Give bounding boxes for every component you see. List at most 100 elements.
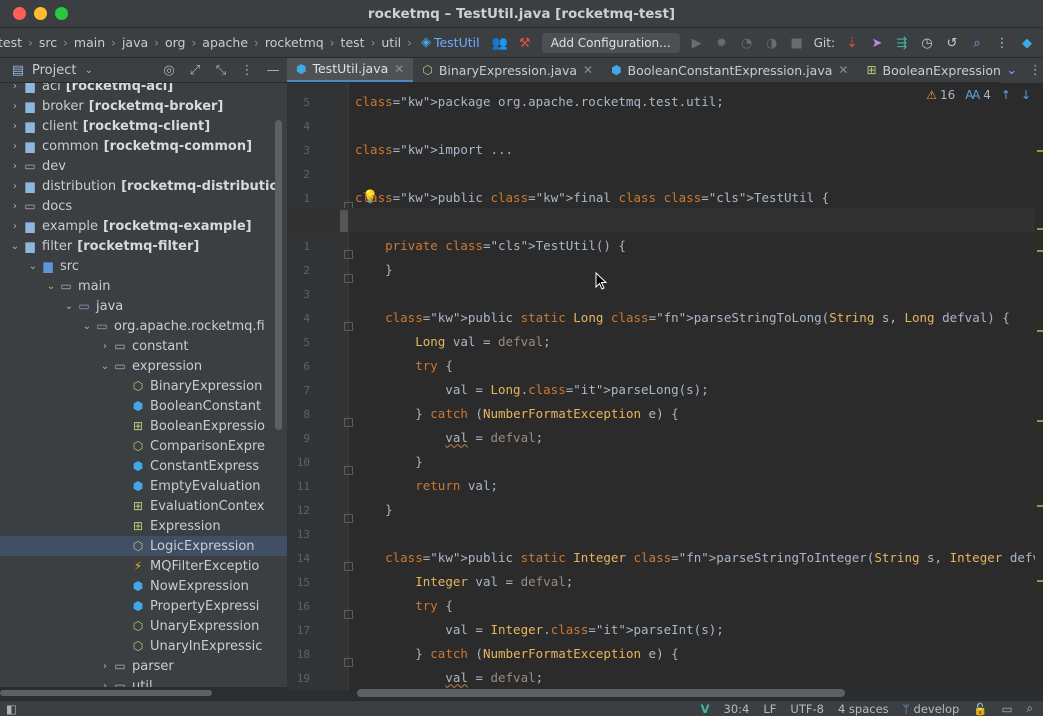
fold-marker-icon[interactable] <box>344 562 353 571</box>
hide-panel-icon[interactable]: — <box>265 62 281 78</box>
stripe-mark[interactable] <box>1037 150 1043 152</box>
tree-item[interactable]: ⬡ BinaryExpression <box>0 376 287 396</box>
project-panel-title[interactable]: Project <box>32 63 76 78</box>
tree-item[interactable]: ⬢ ConstantExpress <box>0 456 287 476</box>
chevron-down-icon[interactable]: ⌄ <box>26 261 40 272</box>
stripe-mark[interactable] <box>1037 330 1043 332</box>
tree-item[interactable]: ⬡ UnaryInExpressic <box>0 636 287 656</box>
code-line[interactable]: } catch (NumberFormatException e) { <box>355 402 678 426</box>
breadcrumb-item[interactable]: apache › <box>202 35 265 51</box>
fold-marker-icon[interactable] <box>344 514 353 523</box>
tree-item[interactable]: › ▭ util <box>0 676 287 688</box>
chevron-right-icon[interactable]: › <box>8 221 22 232</box>
tree-item[interactable]: ⌄ ▭ expression <box>0 356 287 376</box>
tree-item[interactable]: ⌄ ▭ org.apache.rocketmq.fi <box>0 316 287 336</box>
breadcrumb-item[interactable]: util › <box>381 35 418 51</box>
chevron-right-icon[interactable]: › <box>98 661 112 672</box>
caret-position[interactable]: 30:4 <box>724 702 750 716</box>
tree-item[interactable]: › ▭ constant <box>0 336 287 356</box>
chevron-down-icon[interactable]: ⌄ <box>84 65 92 76</box>
code-line[interactable]: try { <box>355 594 453 618</box>
code-line[interactable]: class="kw">public static Integer class="… <box>355 546 1043 570</box>
user-icon[interactable]: 👥 <box>492 35 508 51</box>
code-line[interactable]: Integer val = defval; <box>355 570 573 594</box>
editor-tab[interactable]: ⬢ BooleanConstantExpression.java ✕ <box>602 58 857 82</box>
breadcrumb-item[interactable]: org › <box>165 35 202 51</box>
breadcrumb-item[interactable]: src › <box>39 35 74 51</box>
tree-item[interactable]: › ▭ docs <box>0 196 287 216</box>
tree-item[interactable]: › ▆ example [rocketmq-example] <box>0 216 287 236</box>
code-line[interactable]: Long val = defval; <box>355 330 550 354</box>
tree-item[interactable]: › ▭ parser <box>0 656 287 676</box>
code-line[interactable]: private class="cls">TestUtil() { <box>355 234 626 258</box>
locate-icon[interactable]: ◎ <box>161 62 177 78</box>
tree-item[interactable]: ⬡ UnaryExpression <box>0 616 287 636</box>
chevron-right-icon[interactable]: › <box>8 83 22 92</box>
tree-item[interactable]: ⌄ ▆ src <box>0 256 287 276</box>
chevron-down-icon[interactable]: ⌄ <box>80 321 94 332</box>
tool-window-toggle-icon[interactable]: ◧ <box>6 702 17 716</box>
stop-icon[interactable]: ■ <box>789 35 805 51</box>
tree-item[interactable]: ⊞ EvaluationContex <box>0 496 287 516</box>
breadcrumb-item[interactable]: java › <box>122 35 165 51</box>
fold-marker-icon[interactable] <box>344 418 353 427</box>
tree-item[interactable]: › ▆ acl [rocketmq-acl] <box>0 83 287 96</box>
tree-item[interactable]: ⬢ NowExpression <box>0 576 287 596</box>
code-line[interactable]: class="kw">package org.apache.rocketmq.t… <box>355 90 724 114</box>
code-line[interactable]: return val; <box>355 474 498 498</box>
chevron-right-icon[interactable]: › <box>8 101 22 112</box>
fold-marker-icon[interactable] <box>344 466 353 475</box>
project-tree-hscrollbar[interactable] <box>0 690 212 696</box>
plugin-icon[interactable]: ◆ <box>1019 35 1035 51</box>
tree-item[interactable]: › ▆ common [rocketmq-common] <box>0 136 287 156</box>
settings-menu-icon[interactable]: ⋮ <box>994 35 1010 51</box>
line-separator[interactable]: LF <box>763 702 776 716</box>
add-configuration-button[interactable]: Add Configuration... <box>541 33 680 53</box>
tree-item[interactable]: › ▆ distribution [rocketmq-distributio <box>0 176 287 196</box>
tree-item[interactable]: ⬢ BooleanConstant <box>0 396 287 416</box>
chevron-right-icon[interactable]: › <box>98 681 112 688</box>
breadcrumb-item[interactable]: main › <box>74 35 122 51</box>
code-line[interactable]: } <box>355 450 423 474</box>
breadcrumb-item[interactable]: test › <box>341 35 382 51</box>
options-icon[interactable]: ⋮ <box>239 62 255 78</box>
project-tree-scrollbar[interactable] <box>275 120 282 430</box>
code-line[interactable]: } <box>355 258 393 282</box>
tree-item[interactable]: ⊞ Expression <box>0 516 287 536</box>
more-tabs-icon[interactable]: ⋮ <box>1028 63 1043 79</box>
chevron-right-icon[interactable]: › <box>98 341 112 352</box>
fold-marker-icon[interactable] <box>344 274 353 283</box>
code-line[interactable]: class="kw">import ... <box>355 138 513 162</box>
stripe-mark[interactable] <box>1037 228 1043 230</box>
git-push-icon[interactable]: ➤ <box>869 35 885 51</box>
profile-icon[interactable]: ◑ <box>764 35 780 51</box>
next-highlight-icon[interactable]: ↓ <box>1021 88 1031 102</box>
tree-item[interactable]: ⬢ EmptyEvaluation <box>0 476 287 496</box>
previous-highlight-icon[interactable]: ↑ <box>1001 88 1011 102</box>
chevron-right-icon[interactable]: › <box>8 141 22 152</box>
close-tab-icon[interactable]: ✕ <box>394 62 404 76</box>
tree-item[interactable]: ⌄ ▆ filter [rocketmq-filter] <box>0 236 287 256</box>
chevron-down-icon[interactable]: ⌄ <box>62 301 76 312</box>
tree-item[interactable]: ⌄ ▭ main <box>0 276 287 296</box>
stripe-mark[interactable] <box>1037 420 1043 422</box>
breadcrumb-item[interactable]: test › <box>0 35 39 51</box>
chevron-down-icon[interactable]: ⌄ <box>98 361 112 372</box>
stripe-mark[interactable] <box>1037 250 1043 252</box>
tree-item[interactable]: › ▆ broker [rocketmq-broker] <box>0 96 287 116</box>
close-tab-icon[interactable]: ✕ <box>838 63 848 77</box>
git-update-icon[interactable]: ⇣ <box>844 35 860 51</box>
code-line[interactable]: } <box>355 498 393 522</box>
rollback-icon[interactable]: ↺ <box>944 35 960 51</box>
tree-item[interactable]: ⬡ ComparisonExpre <box>0 436 287 456</box>
indent-setting[interactable]: 4 spaces <box>838 702 889 716</box>
code-line[interactable]: } catch (NumberFormatException e) { <box>355 642 678 666</box>
build-hammer-icon[interactable]: ⚒ <box>517 35 533 51</box>
file-encoding[interactable]: UTF-8 <box>790 702 824 716</box>
editor-tab[interactable]: ⬡ BinaryExpression.java ✕ <box>413 58 602 82</box>
memory-icon[interactable]: ▭ <box>1002 702 1013 716</box>
editor-tab[interactable]: ⬢ TestUtil.java ✕ <box>287 58 414 82</box>
zoom-window-button[interactable] <box>55 7 68 20</box>
close-tab-icon[interactable]: ✕ <box>583 63 593 77</box>
chevron-down-icon[interactable]: ⌄ <box>44 281 58 292</box>
